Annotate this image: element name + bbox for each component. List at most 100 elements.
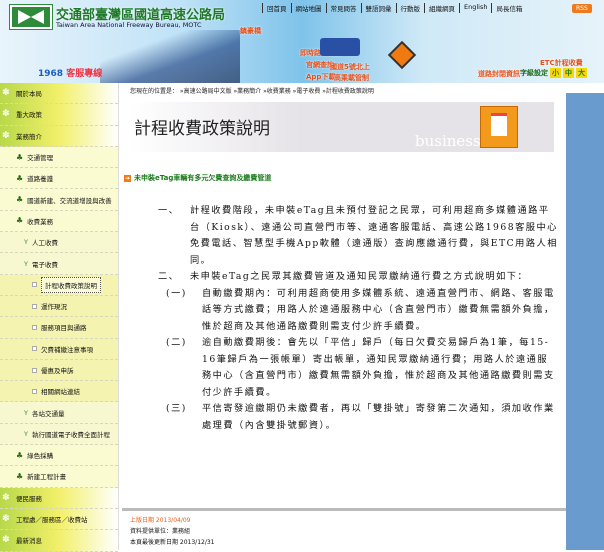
rss-button[interactable]: RSS: [572, 4, 592, 13]
sidebar-item-label: 便民服務: [16, 494, 42, 503]
sprout-icon: Y: [24, 259, 28, 268]
sidebar-item[interactable]: 運作現況: [0, 295, 118, 318]
bullet-icon: [32, 346, 37, 352]
paragraph: 一、 計程收費階段，未申裝eTag且未預付登記之民眾，可利用超商多媒體通路平台（K…: [158, 203, 558, 269]
sidebar-item[interactable]: Y 人工收費: [0, 232, 118, 254]
font-small-button[interactable]: 小: [550, 68, 561, 78]
sidebar-item[interactable]: ♣ 道路養護: [0, 168, 118, 190]
paragraph-text: 平信寄發逾繳期仍未繳費者，再以「雙掛號」寄發第二次通知，須加收作業處理費（內含雙…: [202, 403, 555, 431]
bullet-icon: [32, 282, 37, 288]
tree-icon: ♣: [16, 450, 24, 460]
page-footer-info: 上版日期 2013/04/09 資料提供單位：業務組 本頁最後更新日期 2013…: [122, 508, 566, 552]
bullet-icon: [32, 388, 37, 394]
bureau-logo[interactable]: [9, 4, 53, 30]
sidebar-item[interactable]: 相關網站連結: [0, 381, 118, 403]
org-name-en: Taiwan Area National Freeway Bureau, MOT…: [56, 21, 202, 29]
sidebar-item[interactable]: 工程處／服務區／收費站: [0, 508, 118, 531]
file-cabinet-icon: [480, 106, 518, 148]
sidebar-item-label: 執行國道電子收費全面計程: [31, 430, 110, 439]
sidebar-item-label: 交通管理: [27, 154, 54, 163]
sidebar-item[interactable]: Y 電子收費: [0, 253, 118, 275]
sidebar-item-label: 服務項目與通路: [41, 324, 87, 333]
notice-link-text[interactable]: 未申裝eTag車輛有多元欠費查詢及繳費管道: [134, 173, 271, 183]
right-decoration: [566, 83, 604, 550]
closure-info-link[interactable]: 道路封閉資訊: [478, 69, 520, 79]
sidebar-item[interactable]: 關於本局: [0, 83, 118, 105]
sidebar-item[interactable]: 服務項目與通路: [0, 317, 118, 339]
main-content: 您現在的位置是： »高速公路局中文版 »業務簡介 »收費業務 »電子收費 »計程…: [122, 83, 566, 550]
sidebar-item-label: 人工收費: [31, 239, 58, 248]
hotline-label: 客服專線: [66, 69, 103, 79]
font-size-label: 字級設定: [520, 69, 548, 77]
paragraph-number: (二): [166, 337, 187, 348]
arrow-icon: ➔: [124, 174, 131, 182]
sidebar-item[interactable]: ♣ 國道新建、交流道增設與改善: [0, 189, 118, 211]
sidebar-item[interactable]: 最新消息: [0, 530, 118, 552]
sprout-icon: Y: [24, 429, 28, 438]
nav-home[interactable]: 回首頁: [262, 3, 291, 13]
road-notice-line1[interactable]: 國道5號北上: [330, 62, 370, 72]
sidebar-item-label: 業務簡介: [16, 132, 42, 141]
bullet-icon: [32, 303, 37, 309]
sprout-icon: Y: [24, 408, 28, 417]
bullet-icon: [32, 367, 37, 373]
sidebar-item[interactable]: ♣ 交通管理: [0, 146, 118, 169]
sidebar-item[interactable]: Y 各站交通量: [0, 402, 118, 424]
tree-icon: ♣: [16, 216, 24, 226]
paragraph-number: (三): [166, 403, 187, 414]
sidebar-item-label: 道路養護: [27, 175, 54, 184]
sidebar-item-label: 各站交通量: [31, 409, 65, 418]
policy-body: 一、 計程收費階段，未申裝eTag且未預付登記之民眾，可利用超商多媒體通路平台（K…: [158, 203, 558, 434]
sidebar-item-label: 新建工程計畫: [27, 473, 67, 482]
sidebar-item-label: 計程收費政策說明: [41, 276, 101, 293]
sidebar-item-label: 收費業務: [27, 217, 54, 226]
sidebar-item[interactable]: Y 執行國道電子收費全面計程: [0, 423, 118, 446]
sprout-icon: Y: [24, 238, 28, 247]
sidebar-item[interactable]: 優惠及申訴: [0, 359, 118, 382]
nav-faq[interactable]: 常見問答: [325, 3, 361, 13]
paragraph-text: 逾自動繳費期後：會先以「平信」歸戶（每日欠費交易歸戶為1筆，每15-16筆歸戶為…: [202, 337, 555, 398]
sidebar-item[interactable]: ♣ 新建工程計畫: [0, 466, 118, 488]
sidebar-item-label: 電子收費: [31, 260, 58, 269]
sidebar-item-label: 優惠及申訴: [41, 367, 74, 375]
nav-org[interactable]: 組織網頁: [424, 3, 459, 13]
sidebar-menu: 關於本局重大政策業務簡介♣交通管理♣道路養護♣國道新建、交流道增設與改善♣收費業…: [0, 83, 119, 552]
sidebar-item[interactable]: 業務簡介: [0, 125, 118, 147]
sidebar-item[interactable]: 欠費補繳注意事項: [0, 338, 118, 360]
sidebar-item-label: 關於本局: [16, 90, 42, 99]
etc-link[interactable]: ETC計程收費: [540, 58, 583, 68]
tree-icon: ♣: [16, 471, 24, 481]
site-header: 交通部臺灣區國道高速公路局 Taiwan Area National Freew…: [0, 0, 604, 83]
paragraph-number: 一、: [158, 205, 180, 216]
nav-mobile[interactable]: 行動版: [395, 3, 425, 13]
nav-english[interactable]: English: [459, 3, 491, 13]
page-title: 計程收費政策說明: [134, 119, 270, 139]
sidebar-item-label: 運作現況: [41, 303, 67, 312]
bus-image: [320, 38, 360, 56]
sidebar-item[interactable]: 便民服務: [0, 487, 118, 509]
paragraph-number: (一): [166, 287, 187, 299]
sidebar-item[interactable]: 計程收費政策說明: [0, 274, 118, 296]
nav-glossary[interactable]: 雙語詞彙: [360, 3, 396, 13]
nav-sitemap[interactable]: 網站地圖: [290, 3, 326, 13]
sidebar-item-label: 相關網站連結: [41, 388, 80, 397]
font-size-setting: 字級設定 小 中 大: [520, 68, 587, 78]
tree-icon: ♣: [16, 195, 24, 205]
paragraph-number: 二、: [158, 271, 180, 282]
paragraph-text: 自動繳費期內：可利用超商使用多媒體系統、遠通直營門市、網路、客服電話等方式繳費；…: [202, 287, 555, 332]
sidebar-item[interactable]: ♣ 收費業務: [0, 210, 118, 233]
app-download-link[interactable]: App下載: [306, 72, 335, 82]
nav-mailbox[interactable]: 局長信箱: [491, 3, 526, 13]
font-medium-button[interactable]: 中: [563, 68, 574, 78]
paragraph-text: 未申裝eTag之民眾其繳費管道及通知民眾繳納通行費之方式說明如下：: [190, 271, 529, 282]
road-notice-line2[interactable]: 高乘載管制: [334, 73, 369, 83]
sidebar-item-label: 欠費補繳注意事項: [41, 345, 93, 354]
breadcrumb: 您現在的位置是： »高速公路局中文版 »業務簡介 »收費業務 »電子收費 »計程…: [130, 88, 374, 95]
sidebar-item[interactable]: 重大政策: [0, 104, 118, 126]
data-provider: 資料提供單位：業務組: [130, 528, 191, 535]
hotline[interactable]: 1968 客服專線: [38, 66, 102, 79]
sidebar-item[interactable]: ♣ 綠色採購: [0, 445, 118, 467]
bullet-icon: [32, 324, 37, 330]
notice-link[interactable]: ➔ 未申裝eTag車輛有多元欠費查詢及繳費管道: [124, 173, 271, 183]
font-large-button[interactable]: 大: [576, 68, 587, 78]
